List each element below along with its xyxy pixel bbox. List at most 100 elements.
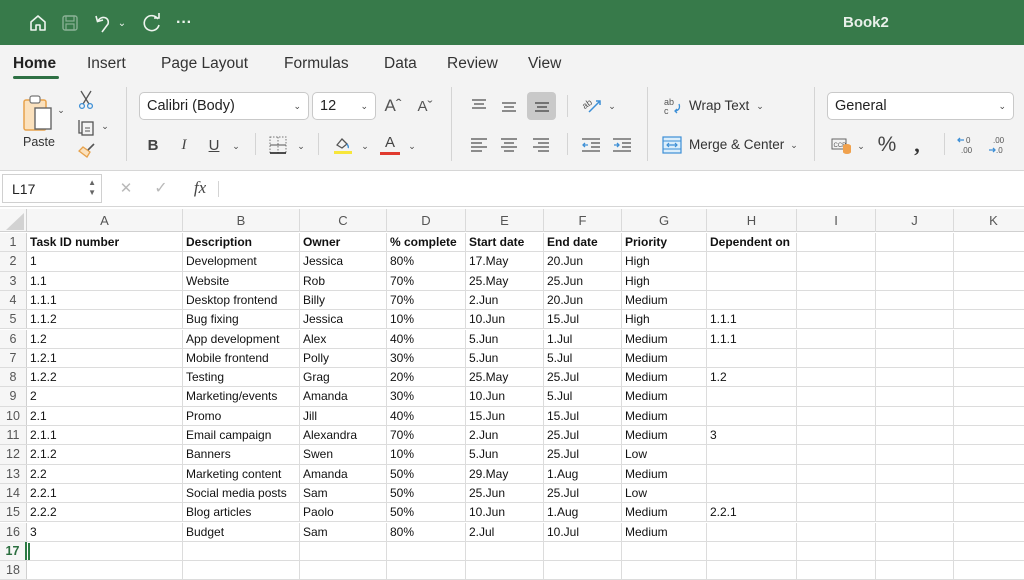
copy-dropdown-chevron-icon[interactable]: ⌄ (100, 121, 110, 131)
cell-f7[interactable]: 5.Jul (544, 348, 622, 368)
cell-a10[interactable]: 2.1 (27, 406, 183, 425)
row-header-5[interactable]: 5 (0, 310, 27, 329)
row-header-1[interactable]: 1 (0, 233, 27, 252)
paste-button[interactable]: ⌄ Paste (16, 91, 66, 153)
cell-f13[interactable]: 1.Aug (544, 464, 622, 483)
cell-k2[interactable] (954, 252, 1024, 270)
cell-a18[interactable] (27, 561, 183, 580)
cell-f17[interactable] (544, 541, 622, 561)
cell-b9[interactable]: Marketing/events (183, 387, 300, 406)
accounting-format-icon[interactable]: CCB (830, 135, 854, 155)
cell-g10[interactable]: Medium (622, 406, 707, 425)
cell-b11[interactable]: Email campaign (183, 426, 300, 445)
cell-h1[interactable]: Dependent on (707, 233, 797, 252)
tab-review[interactable]: Review (447, 55, 498, 73)
cell-i3[interactable] (797, 271, 876, 290)
cell-a16[interactable]: 3 (27, 522, 183, 541)
cell-i13[interactable] (797, 464, 876, 483)
cell-f14[interactable]: 25.Jul (544, 483, 622, 503)
name-box[interactable]: L17 ▲ ▼ (2, 174, 102, 203)
cell-k10[interactable] (954, 407, 1024, 425)
cell-c14[interactable]: Sam (300, 483, 387, 503)
cell-e13[interactable]: 29.May (466, 464, 544, 483)
cell-b6[interactable]: App development (183, 329, 300, 348)
select-all-button[interactable] (0, 209, 27, 232)
cell-b1[interactable]: Description (183, 233, 300, 252)
cell-j13[interactable] (876, 464, 954, 483)
row-header-14[interactable]: 14 (0, 483, 27, 503)
cell-j12[interactable] (876, 445, 954, 464)
cell-b7[interactable]: Mobile frontend (183, 348, 300, 368)
cell-k13[interactable] (954, 465, 1024, 483)
cell-d13[interactable]: 50% (387, 464, 466, 483)
cell-e17[interactable] (466, 541, 544, 561)
cell-a14[interactable]: 2.2.1 (27, 483, 183, 503)
cell-c9[interactable]: Amanda (300, 387, 387, 406)
cell-e10[interactable]: 15.Jun (466, 406, 544, 425)
cell-h9[interactable] (707, 387, 797, 406)
cell-k3[interactable] (954, 272, 1024, 290)
column-header-d[interactable]: D (387, 209, 466, 232)
cell-d14[interactable]: 50% (387, 483, 466, 503)
font-size-select[interactable]: 12 ⌄ (312, 92, 376, 120)
tab-page-layout[interactable]: Page Layout (161, 55, 248, 73)
cell-k14[interactable] (954, 484, 1024, 502)
cell-d10[interactable]: 40% (387, 406, 466, 425)
cell-f15[interactable]: 1.Aug (544, 503, 622, 522)
number-format-select[interactable]: General ⌄ (827, 92, 1014, 120)
cell-b12[interactable]: Banners (183, 445, 300, 464)
cell-g9[interactable]: Medium (622, 387, 707, 406)
decrease-decimal-icon[interactable]: .00.0 (987, 134, 1009, 156)
font-color-icon[interactable]: A (379, 134, 401, 156)
cell-j5[interactable] (876, 310, 954, 329)
cell-h3[interactable] (707, 271, 797, 290)
font-name-select[interactable]: Calibri (Body) ⌄ (139, 92, 309, 120)
cell-k11[interactable] (954, 426, 1024, 444)
cell-a6[interactable]: 1.2 (27, 329, 183, 348)
cell-e1[interactable]: Start date (466, 233, 544, 252)
cell-j4[interactable] (876, 290, 954, 310)
cell-g3[interactable]: High (622, 271, 707, 290)
cell-b10[interactable]: Promo (183, 406, 300, 425)
cell-d4[interactable]: 70% (387, 290, 466, 310)
increase-font-size-icon[interactable]: Aˆ (382, 95, 404, 117)
cell-f11[interactable]: 25.Jul (544, 426, 622, 445)
cell-d11[interactable]: 70% (387, 426, 466, 445)
cell-c5[interactable]: Jessica (300, 310, 387, 329)
cell-i18[interactable] (797, 561, 876, 580)
cell-j11[interactable] (876, 426, 954, 445)
cell-h10[interactable] (707, 406, 797, 425)
cell-g5[interactable]: High (622, 310, 707, 329)
underline-button[interactable]: U (205, 135, 223, 155)
cell-i4[interactable] (797, 290, 876, 310)
cell-b13[interactable]: Marketing content (183, 464, 300, 483)
home-icon[interactable] (26, 11, 50, 35)
cell-b4[interactable]: Desktop frontend (183, 290, 300, 310)
row-header-17[interactable]: 17 (0, 541, 27, 561)
cell-j10[interactable] (876, 406, 954, 425)
cell-a15[interactable]: 2.2.2 (27, 503, 183, 522)
cell-f9[interactable]: 5.Jul (544, 387, 622, 406)
cell-e12[interactable]: 5.Jun (466, 445, 544, 464)
cell-c8[interactable]: Grag (300, 368, 387, 387)
cell-h5[interactable]: 1.1.1 (707, 310, 797, 329)
cancel-icon[interactable]: ✕ (116, 178, 136, 198)
more-icon[interactable]: ··· (172, 11, 196, 35)
cell-b18[interactable] (183, 561, 300, 580)
cell-c12[interactable]: Swen (300, 445, 387, 464)
undo-dropdown-chevron-icon[interactable]: ⌄ (116, 11, 128, 35)
fill-color-icon[interactable] (332, 134, 354, 156)
cell-g16[interactable]: Medium (622, 522, 707, 541)
cell-a5[interactable]: 1.1.2 (27, 310, 183, 329)
cell-c1[interactable]: Owner (300, 233, 387, 252)
cell-j17[interactable] (876, 541, 954, 561)
cell-c10[interactable]: Jill (300, 406, 387, 425)
cell-k16[interactable] (954, 523, 1024, 541)
wrap-text-button[interactable]: ab c Wrap Text ⌄ (662, 95, 772, 117)
enter-icon[interactable]: ✓ (151, 178, 171, 198)
cell-h18[interactable] (707, 561, 797, 580)
align-left-icon[interactable] (468, 135, 490, 155)
cell-i5[interactable] (797, 310, 876, 329)
align-center-icon[interactable] (498, 135, 520, 155)
cell-d3[interactable]: 70% (387, 271, 466, 290)
